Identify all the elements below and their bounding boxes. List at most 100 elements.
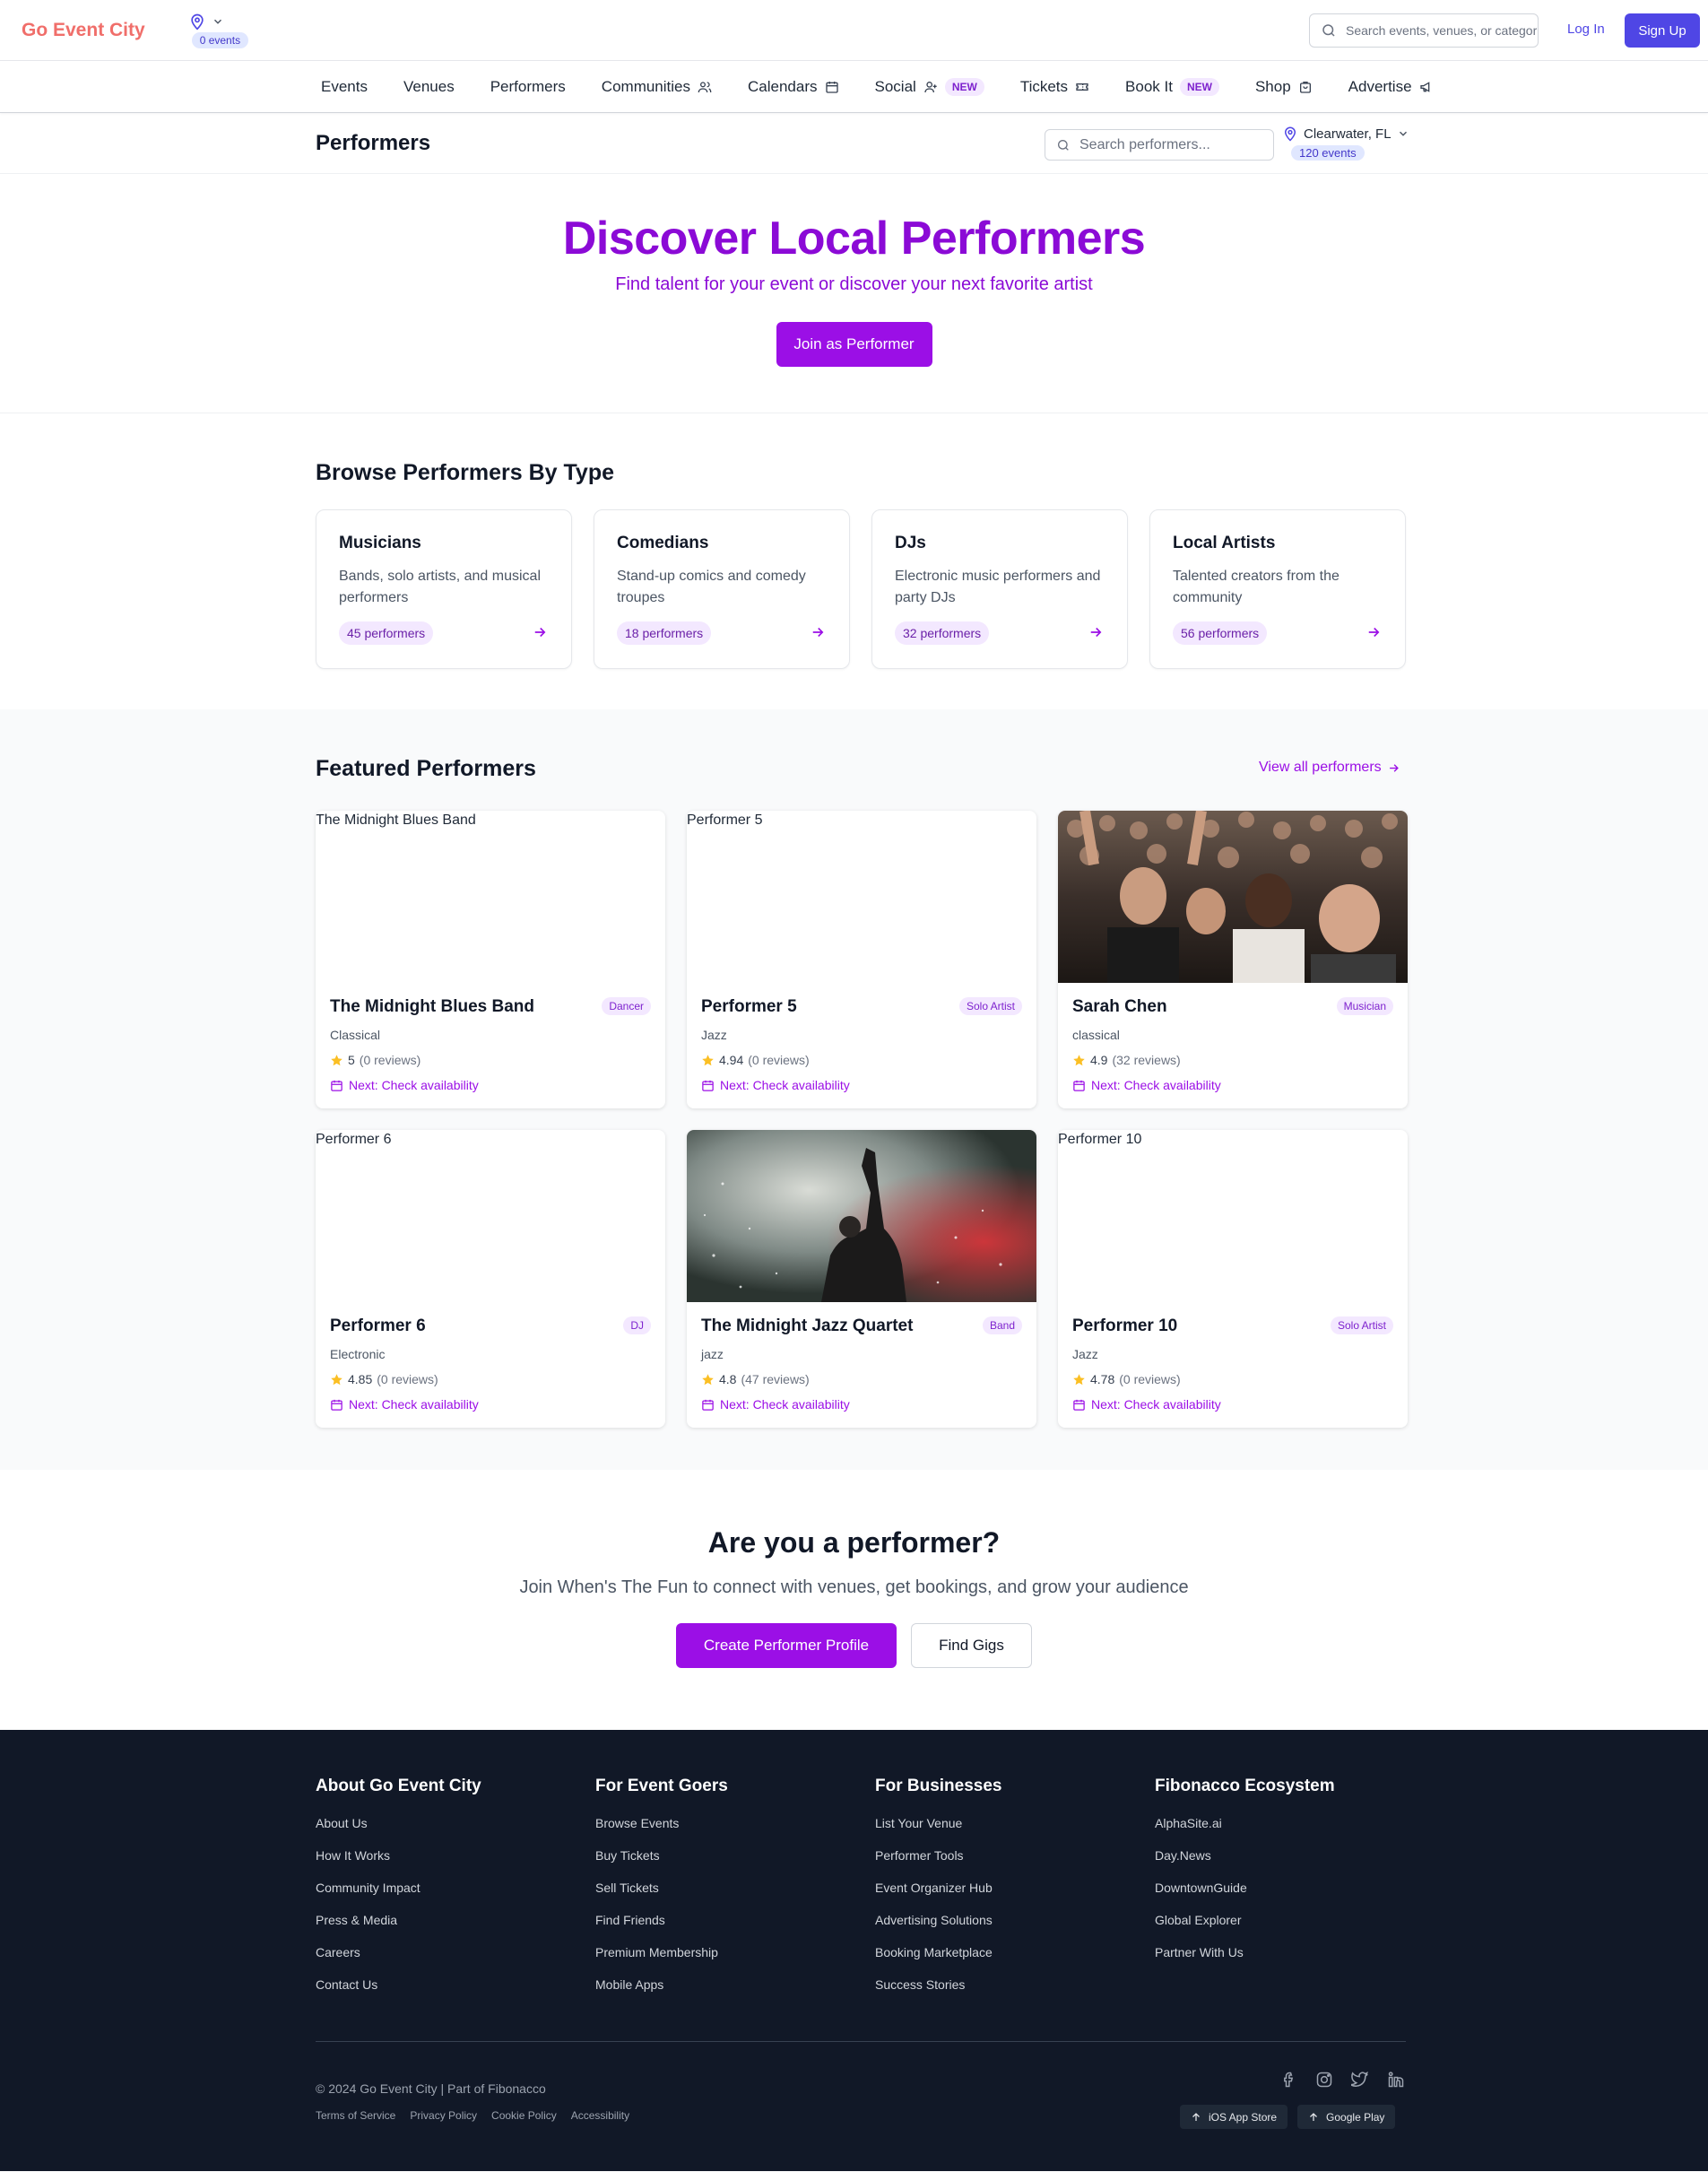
footer-link[interactable]: Success Stories	[875, 1977, 1155, 2010]
footer-link[interactable]: Performer Tools	[875, 1848, 1155, 1881]
location-selector[interactable]: 0 events	[165, 13, 249, 48]
next-availability-link[interactable]: Next: Check availability	[1072, 1397, 1393, 1412]
star-icon	[330, 1054, 343, 1067]
legal-link[interactable]: Accessibility	[571, 2109, 629, 2122]
location-event-count: 120 events	[1291, 145, 1365, 161]
footer-link[interactable]: Browse Events	[595, 1816, 875, 1848]
footer-link[interactable]: Advertising Solutions	[875, 1913, 1155, 1945]
legal-link[interactable]: Cookie Policy	[491, 2109, 557, 2122]
type-card-djs[interactable]: DJs Electronic music performers and part…	[871, 509, 1128, 669]
footer-link[interactable]: Community Impact	[316, 1881, 595, 1913]
legal-link[interactable]: Terms of Service	[316, 2109, 395, 2122]
nav-book-it[interactable]: Book It NEW	[1125, 77, 1219, 96]
ticket-icon	[1075, 80, 1089, 94]
performer-card[interactable]: Performer 5 Performer 5 Solo Artist Jazz…	[687, 811, 1036, 1108]
footer-link[interactable]: Global Explorer	[1155, 1913, 1435, 1945]
footer-link[interactable]: How It Works	[316, 1848, 595, 1881]
browse-by-type: Browse Performers By Type Musicians Band…	[0, 413, 1708, 709]
rating-value: 4.94	[719, 1053, 744, 1067]
performer-name[interactable]: The Midnight Jazz Quartet	[701, 1316, 1022, 1336]
arrow-right-icon	[1366, 624, 1382, 640]
next-availability-link[interactable]: Next: Check availability	[701, 1078, 1022, 1092]
footer-link[interactable]: Event Organizer Hub	[875, 1881, 1155, 1913]
footer-link[interactable]: Press & Media	[316, 1913, 595, 1945]
find-gigs-button[interactable]: Find Gigs	[911, 1623, 1032, 1668]
calendar-icon	[1072, 1079, 1086, 1092]
performer-card[interactable]: Performer 6 Performer 6 DJ Electronic 4.…	[316, 1130, 665, 1428]
rating-value: 4.9	[1090, 1053, 1108, 1067]
nav-label: Advertise	[1348, 77, 1412, 95]
star-icon	[701, 1054, 715, 1067]
global-search[interactable]	[1309, 13, 1539, 48]
login-link[interactable]: Log In	[1567, 22, 1605, 37]
performer-card[interactable]: Performer 10 Performer 10 Solo Artist Ja…	[1058, 1130, 1408, 1428]
nav-shop[interactable]: Shop	[1255, 78, 1313, 96]
review-count: (0 reviews)	[377, 1372, 438, 1386]
footer-link[interactable]: Premium Membership	[595, 1945, 875, 1977]
image-alt-text: Performer 6	[316, 1132, 392, 1147]
performer-cta: Are you a performer? Join When's The Fun…	[0, 1470, 1708, 1730]
footer-link[interactable]: Contact Us	[316, 1977, 595, 2010]
store-label: Google Play	[1326, 2110, 1385, 2124]
global-search-input[interactable]	[1346, 23, 1538, 38]
legal-link[interactable]: Privacy Policy	[410, 2109, 477, 2122]
create-performer-profile-button[interactable]: Create Performer Profile	[676, 1623, 897, 1668]
performer-image: Performer 10	[1058, 1130, 1408, 1302]
performer-type-badge: DJ	[623, 1316, 651, 1334]
footer-link[interactable]: Mobile Apps	[595, 1977, 875, 2010]
google-play-button[interactable]: Google Play	[1297, 2105, 1396, 2129]
next-availability-link[interactable]: Next: Check availability	[330, 1397, 651, 1412]
type-card-musicians[interactable]: Musicians Bands, solo artists, and music…	[316, 509, 572, 669]
footer-link[interactable]: Sell Tickets	[595, 1881, 875, 1913]
facebook-icon[interactable]	[1279, 2071, 1297, 2089]
ios-app-store-button[interactable]: iOS App Store	[1180, 2105, 1288, 2129]
page-location-selector[interactable]: Clearwater, FL 120 events	[1282, 126, 1409, 161]
nav-label: Communities	[601, 77, 690, 95]
nav-communities[interactable]: Communities	[602, 78, 712, 96]
nav-events[interactable]: Events	[321, 78, 368, 96]
performer-image: The Midnight Blues Band	[316, 811, 665, 983]
next-availability-link[interactable]: Next: Check availability	[330, 1078, 651, 1092]
logo[interactable]: Go Event City	[22, 20, 145, 41]
nav-label: Social	[874, 77, 916, 95]
performer-name[interactable]: Performer 6	[330, 1316, 651, 1336]
footer-link[interactable]: Day.News	[1155, 1848, 1435, 1881]
footer-link[interactable]: AlphaSite.ai	[1155, 1816, 1435, 1848]
performer-search-input[interactable]	[1079, 136, 1268, 153]
type-description: Stand-up comics and comedy troupes	[617, 569, 806, 605]
signup-button[interactable]: Sign Up	[1625, 13, 1700, 48]
nav-tickets[interactable]: Tickets	[1020, 78, 1089, 96]
instagram-icon[interactable]	[1315, 2071, 1333, 2089]
performer-card[interactable]: The Midnight Jazz Quartet Band jazz 4.8 …	[687, 1130, 1036, 1428]
nav-venues[interactable]: Venues	[403, 78, 455, 96]
nav-performers[interactable]: Performers	[490, 78, 566, 96]
performer-card[interactable]: Sarah Chen Musician classical 4.9 (32 re…	[1058, 811, 1408, 1108]
footer-column: For Event Goers Browse Events Buy Ticket…	[595, 1777, 875, 2010]
next-availability-link[interactable]: Next: Check availability	[1072, 1078, 1393, 1092]
footer-link[interactable]: About Us	[316, 1816, 595, 1848]
section-heading: Featured Performers	[316, 756, 536, 781]
new-badge: NEW	[944, 77, 984, 96]
join-as-performer-button[interactable]: Join as Performer	[776, 322, 932, 367]
footer-link[interactable]: Booking Marketplace	[875, 1945, 1155, 1977]
view-all-performers-link[interactable]: View all performers	[1259, 760, 1400, 776]
nav-calendars[interactable]: Calendars	[748, 78, 839, 96]
linkedin-icon[interactable]	[1387, 2071, 1405, 2089]
type-card-comedians[interactable]: Comedians Stand-up comics and comedy tro…	[594, 509, 850, 669]
type-card-local-artists[interactable]: Local Artists Talented creators from the…	[1149, 509, 1406, 669]
performer-card[interactable]: The Midnight Blues Band The Midnight Blu…	[316, 811, 665, 1108]
performer-search[interactable]	[1045, 129, 1274, 161]
footer-link[interactable]: Find Friends	[595, 1913, 875, 1945]
twitter-icon[interactable]	[1351, 2071, 1369, 2089]
nav-social[interactable]: Social NEW	[874, 77, 984, 96]
nav-advertise[interactable]: Advertise	[1348, 78, 1434, 96]
footer-link[interactable]: Partner With Us	[1155, 1945, 1435, 1977]
footer-link[interactable]: DowntownGuide	[1155, 1881, 1435, 1913]
footer-link[interactable]: Careers	[316, 1945, 595, 1977]
footer-link[interactable]: List Your Venue	[875, 1816, 1155, 1848]
next-availability-link[interactable]: Next: Check availability	[701, 1397, 1022, 1412]
footer-link[interactable]: Buy Tickets	[595, 1848, 875, 1881]
map-pin-icon	[188, 13, 206, 30]
view-all-label: View all performers	[1259, 760, 1382, 775]
megaphone-icon	[1419, 80, 1434, 94]
